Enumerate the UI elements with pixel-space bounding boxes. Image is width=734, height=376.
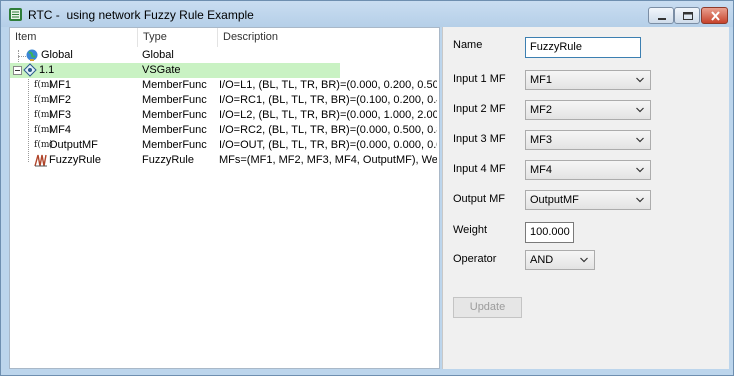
item-label: OutputMF bbox=[49, 139, 98, 151]
chevron-down-icon bbox=[580, 257, 588, 263]
column-header-type[interactable]: Type bbox=[138, 28, 218, 47]
list-item-gate[interactable]: 1.1 VSGate bbox=[10, 63, 439, 78]
item-type: VSGate bbox=[142, 64, 181, 76]
list-item-outputmf[interactable]: f(m) OutputMF MemberFunc I/O=OUT, (BL, T… bbox=[10, 138, 439, 153]
output-value: OutputMF bbox=[530, 194, 579, 206]
item-description: I/O=RC2, (BL, TL, TR, BR)=(0.000, 0.500,… bbox=[219, 124, 437, 136]
column-header-description[interactable]: Description bbox=[218, 28, 439, 47]
list-item-fuzzyrule[interactable]: FuzzyRule FuzzyRule MFs=(MF1, MF2, MF3, … bbox=[10, 153, 439, 168]
operator-value: AND bbox=[530, 254, 554, 266]
list-item-mf4[interactable]: f(m) MF4 MemberFunc I/O=RC2, (BL, TL, TR… bbox=[10, 123, 439, 138]
chevron-down-icon bbox=[636, 137, 644, 143]
member-func-icon: f(m) bbox=[34, 95, 53, 105]
maximize-button[interactable] bbox=[674, 7, 700, 24]
operator-label: Operator bbox=[453, 253, 497, 265]
item-label: MF3 bbox=[49, 109, 71, 121]
input2-value: MF2 bbox=[530, 104, 552, 116]
window-title: RTC - using network Fuzzy Rule Example bbox=[28, 8, 254, 22]
item-label: MF2 bbox=[49, 94, 71, 106]
chevron-down-icon bbox=[636, 167, 644, 173]
app-window: RTC - using network Fuzzy Rule Example I… bbox=[0, 0, 734, 376]
input1-value: MF1 bbox=[530, 74, 552, 86]
chevron-down-icon bbox=[636, 107, 644, 113]
list-item-global[interactable]: Global Global bbox=[10, 48, 439, 63]
chevron-down-icon bbox=[636, 197, 644, 203]
item-type: FuzzyRule bbox=[142, 154, 194, 166]
item-type: MemberFunc bbox=[142, 109, 207, 121]
item-label: 1.1 bbox=[39, 64, 55, 76]
item-description: MFs=(MF1, MF2, MF3, MF4, OutputMF), Weig… bbox=[219, 154, 437, 166]
collapse-icon[interactable] bbox=[13, 66, 22, 75]
input4-label: Input 4 MF bbox=[453, 163, 506, 175]
list-item-mf1[interactable]: f(m) MF1 MemberFunc I/O=L1, (BL, TL, TR,… bbox=[10, 78, 439, 93]
input3-select[interactable]: MF3 bbox=[525, 130, 651, 150]
properties-panel: Name FuzzyRule Input 1 MF MF1 Input 2 MF… bbox=[442, 27, 729, 369]
input4-value: MF4 bbox=[530, 164, 552, 176]
item-list[interactable]: Item Type Description Global Global 1.1 … bbox=[9, 27, 440, 369]
minimize-button[interactable] bbox=[648, 7, 674, 24]
item-description: I/O=RC1, (BL, TL, TR, BR)=(0.100, 0.200,… bbox=[219, 94, 437, 106]
item-type: MemberFunc bbox=[142, 139, 207, 151]
close-button[interactable] bbox=[701, 7, 728, 24]
network-icon bbox=[9, 8, 22, 21]
input4-select[interactable]: MF4 bbox=[525, 160, 651, 180]
item-label: FuzzyRule bbox=[49, 154, 101, 166]
member-func-icon: f(m) bbox=[34, 110, 53, 120]
item-description: I/O=OUT, (BL, TL, TR, BR)=(0.000, 0.000,… bbox=[219, 139, 437, 151]
operator-select[interactable]: AND bbox=[525, 250, 595, 270]
input2-label: Input 2 MF bbox=[453, 103, 506, 115]
list-item-mf2[interactable]: f(m) MF2 MemberFunc I/O=RC1, (BL, TL, TR… bbox=[10, 93, 439, 108]
input1-select[interactable]: MF1 bbox=[525, 70, 651, 90]
item-type: MemberFunc bbox=[142, 94, 207, 106]
globe-icon bbox=[26, 49, 38, 61]
close-icon bbox=[711, 11, 720, 21]
item-type: Global bbox=[142, 49, 174, 61]
list-item-mf3[interactable]: f(m) MF3 MemberFunc I/O=L2, (BL, TL, TR,… bbox=[10, 108, 439, 123]
input3-value: MF3 bbox=[530, 134, 552, 146]
member-func-icon: f(m) bbox=[34, 80, 53, 90]
output-label: Output MF bbox=[453, 193, 505, 205]
title-bar[interactable]: RTC - using network Fuzzy Rule Example bbox=[1, 1, 733, 27]
item-description: I/O=L1, (BL, TL, TR, BR)=(0.000, 0.200, … bbox=[219, 79, 437, 91]
member-func-icon: f(m) bbox=[34, 140, 53, 150]
output-select[interactable]: OutputMF bbox=[525, 190, 651, 210]
weight-field[interactable]: 100.000 bbox=[525, 222, 574, 243]
input1-label: Input 1 MF bbox=[453, 73, 506, 85]
item-label: Global bbox=[41, 49, 73, 61]
item-label: MF1 bbox=[49, 79, 71, 91]
chevron-down-icon bbox=[636, 77, 644, 83]
item-type: MemberFunc bbox=[142, 124, 207, 136]
item-description: I/O=L2, (BL, TL, TR, BR)=(0.000, 1.000, … bbox=[219, 109, 437, 121]
minimize-icon bbox=[658, 18, 666, 20]
input2-select[interactable]: MF2 bbox=[525, 100, 651, 120]
item-label: MF4 bbox=[49, 124, 71, 136]
column-header-item[interactable]: Item bbox=[10, 28, 138, 47]
name-field[interactable]: FuzzyRule bbox=[525, 37, 641, 58]
gate-icon bbox=[23, 63, 37, 77]
item-type: MemberFunc bbox=[142, 79, 207, 91]
weight-label: Weight bbox=[453, 224, 488, 236]
maximize-icon bbox=[683, 12, 693, 20]
input3-label: Input 3 MF bbox=[453, 133, 506, 145]
member-func-icon: f(m) bbox=[34, 125, 53, 135]
fuzzy-rule-icon bbox=[34, 154, 47, 167]
name-label: Name bbox=[453, 39, 483, 51]
update-button[interactable]: Update bbox=[453, 297, 522, 318]
